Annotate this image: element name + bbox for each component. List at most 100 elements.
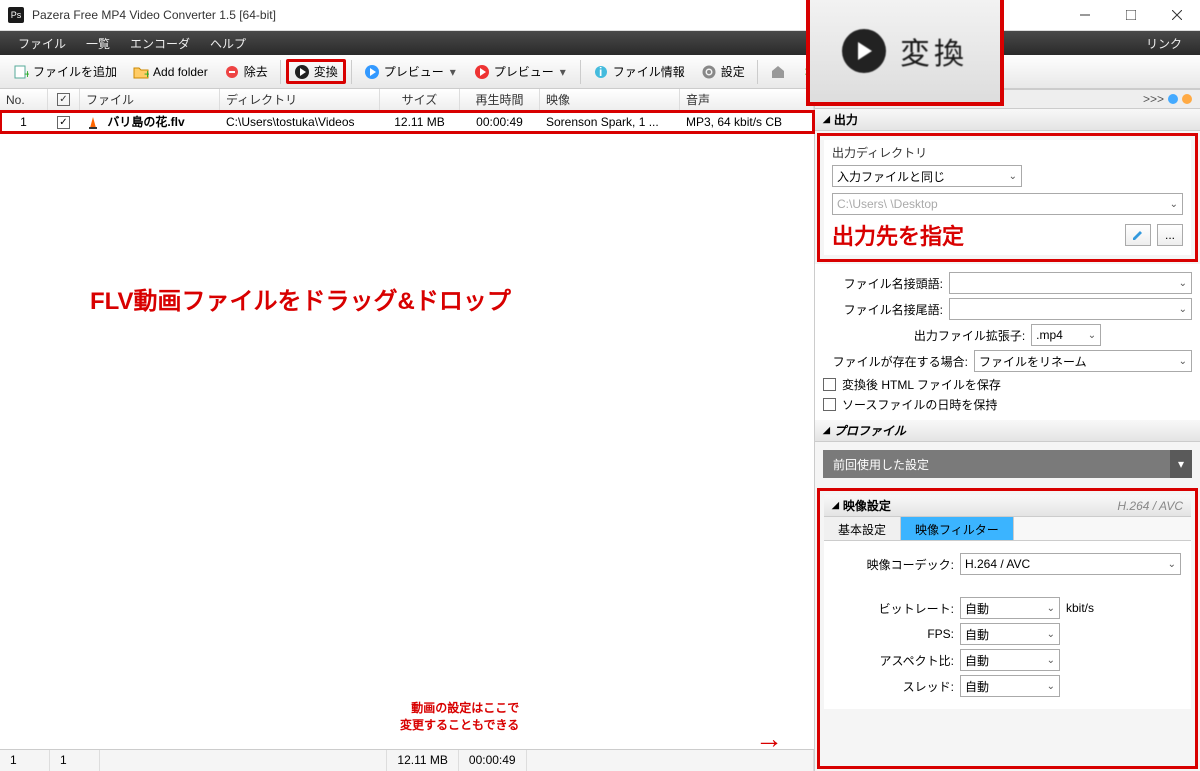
out-dir-label: 出力ディレクトリ — [832, 144, 1183, 161]
info-icon: i — [593, 64, 609, 80]
menu-bar: ファイル 一覧 エンコーダ ヘルプ リンク — [0, 31, 1200, 55]
bitrate-unit: kbit/s — [1066, 601, 1094, 615]
col-size[interactable]: サイズ — [380, 89, 460, 110]
gear-icon — [701, 64, 717, 80]
out-path-field[interactable]: C:\Users\ \Desktop⌄ — [832, 193, 1183, 215]
status-count2: 1 — [50, 750, 100, 771]
convert-button[interactable]: 変換 — [286, 59, 346, 84]
cell-video: Sorenson Spark, 1 ... — [540, 113, 680, 131]
toolbar-separator — [580, 60, 581, 84]
preview2-button[interactable]: プレビュー ▾ — [467, 60, 575, 83]
col-check[interactable]: ✓ — [48, 89, 80, 110]
exists-label: ファイルが存在する場合: — [823, 353, 968, 370]
col-no[interactable]: No. — [0, 89, 48, 110]
file-info-label: ファイル情報 — [613, 63, 685, 80]
cell-check[interactable]: ✓ — [48, 112, 80, 131]
svg-text:+: + — [24, 67, 29, 80]
menu-list[interactable]: 一覧 — [76, 35, 120, 52]
profile-bar: 前回使用した設定 ▾ — [823, 450, 1192, 478]
cell-size: 12.11 MB — [380, 113, 460, 131]
menu-links[interactable]: リンク — [1136, 35, 1192, 52]
settings-button[interactable]: 設定 — [694, 60, 752, 83]
status-size: 12.11 MB — [387, 750, 458, 771]
settings-label: 設定 — [721, 63, 745, 80]
maximize-button[interactable] — [1108, 0, 1154, 31]
keep-date-checkbox[interactable] — [823, 398, 836, 411]
status-bar: 1 1 12.11 MB 00:00:49 — [0, 749, 814, 771]
suffix-label: ファイル名接尾語: — [823, 301, 943, 318]
status-duration: 00:00:49 — [459, 750, 527, 771]
preview1-label: プレビュー — [384, 63, 444, 80]
col-file[interactable]: ファイル — [80, 89, 220, 110]
video-tabbar: 基本設定 映像フィルター — [824, 517, 1191, 541]
output-section-title[interactable]: ◢出力 — [815, 109, 1200, 131]
browse-button[interactable]: ... — [1157, 224, 1183, 246]
ext-select[interactable]: .mp4⌄ — [1031, 324, 1101, 346]
aspect-select[interactable]: 自動⌄ — [960, 649, 1060, 671]
dropdown-icon[interactable]: ▾ — [558, 65, 568, 79]
col-dir[interactable]: ディレクトリ — [220, 89, 380, 110]
codec-label: 映像コーデック: — [834, 556, 954, 573]
convert-label: 変換 — [314, 63, 338, 80]
convert-big-button[interactable]: 変換 — [810, 0, 1000, 102]
edit-path-button[interactable] — [1125, 224, 1151, 246]
convert-icon — [294, 64, 310, 80]
profile-dropdown-button[interactable]: ▾ — [1170, 450, 1192, 478]
cell-dir: C:\Users\tostuka\Videos — [220, 113, 380, 131]
file-info-button[interactable]: i ファイル情報 — [586, 60, 692, 83]
play-icon — [474, 64, 490, 80]
close-button[interactable] — [1154, 0, 1200, 31]
svg-text:i: i — [599, 65, 602, 79]
cell-no: 1 — [0, 113, 48, 131]
add-file-icon: + — [13, 64, 29, 80]
more-label: >>> — [1143, 92, 1164, 106]
status-count1: 1 — [0, 750, 50, 771]
menu-file[interactable]: ファイル — [8, 35, 76, 52]
save-html-checkbox[interactable] — [823, 378, 836, 391]
preview1-button[interactable]: プレビュー ▾ — [357, 60, 465, 83]
toolbar-separator — [280, 60, 281, 84]
cell-audio: MP3, 64 kbit/s CB — [680, 113, 814, 131]
tab-basic[interactable]: 基本設定 — [824, 517, 901, 540]
col-audio[interactable]: 音声 — [680, 89, 814, 110]
menu-encoder[interactable]: エンコーダ — [120, 35, 200, 52]
out-dir-select[interactable]: 入力ファイルと同じ⌄ — [832, 165, 1022, 187]
title-bar: Ps Pazera Free MP4 Video Converter 1.5 [… — [0, 0, 1200, 31]
grid-header: No. ✓ ファイル ディレクトリ サイズ 再生時間 映像 音声 — [0, 89, 814, 111]
expand-down-icon[interactable] — [1168, 94, 1178, 104]
right-panel: >>> ◢出力 出力ディレクトリ 入力ファイルと同じ⌄ C:\Users\ \D… — [815, 89, 1200, 771]
prefix-select[interactable]: ⌄ — [949, 272, 1192, 294]
add-folder-button[interactable]: + Add folder — [126, 61, 215, 83]
minimize-button[interactable] — [1062, 0, 1108, 31]
suffix-select[interactable]: ⌄ — [949, 298, 1192, 320]
remove-label: 除去 — [244, 63, 268, 80]
codec-select[interactable]: H.264 / AVC⌄ — [960, 553, 1181, 575]
video-section-title[interactable]: ◢映像設定H.264 / AVC — [824, 495, 1191, 517]
col-dur[interactable]: 再生時間 — [460, 89, 540, 110]
dropdown-icon[interactable]: ▾ — [448, 65, 458, 79]
annotation-drag: FLV動画ファイルをドラッグ&ドロップ — [90, 281, 511, 316]
output-highlight-box: 出力ディレクトリ 入力ファイルと同じ⌄ C:\Users\ \Desktop⌄ … — [817, 133, 1198, 262]
profile-select[interactable]: 前回使用した設定 — [823, 450, 1170, 478]
profile-section-title[interactable]: ◢プロファイル — [815, 420, 1200, 442]
exists-select[interactable]: ファイルをリネーム⌄ — [974, 350, 1192, 372]
aspect-label: アスペクト比: — [834, 652, 954, 669]
bitrate-select[interactable]: 自動⌄ — [960, 597, 1060, 619]
tab-filter[interactable]: 映像フィルター — [901, 517, 1014, 540]
remove-icon — [224, 64, 240, 80]
remove-button[interactable]: 除去 — [217, 60, 275, 83]
menu-help[interactable]: ヘルプ — [200, 35, 256, 52]
add-file-label: ファイルを追加 — [33, 63, 117, 80]
add-file-button[interactable]: + ファイルを追加 — [6, 60, 124, 83]
grid-body[interactable]: 1 ✓ バリ島の花.flv C:\Users\tostuka\Videos 12… — [0, 111, 814, 749]
play-icon — [364, 64, 380, 80]
ext-label: 出力ファイル拡張子: — [914, 327, 1025, 344]
keep-date-label: ソースファイルの日時を保持 — [842, 396, 997, 413]
table-row[interactable]: 1 ✓ バリ島の花.flv C:\Users\tostuka\Videos 12… — [0, 111, 814, 133]
annotation-settings: 動画の設定はここで 変更することもできる — [400, 699, 519, 733]
home-button[interactable] — [763, 61, 793, 83]
thread-select[interactable]: 自動⌄ — [960, 675, 1060, 697]
col-video[interactable]: 映像 — [540, 89, 680, 110]
expand-up-icon[interactable] — [1182, 94, 1192, 104]
fps-select[interactable]: 自動⌄ — [960, 623, 1060, 645]
